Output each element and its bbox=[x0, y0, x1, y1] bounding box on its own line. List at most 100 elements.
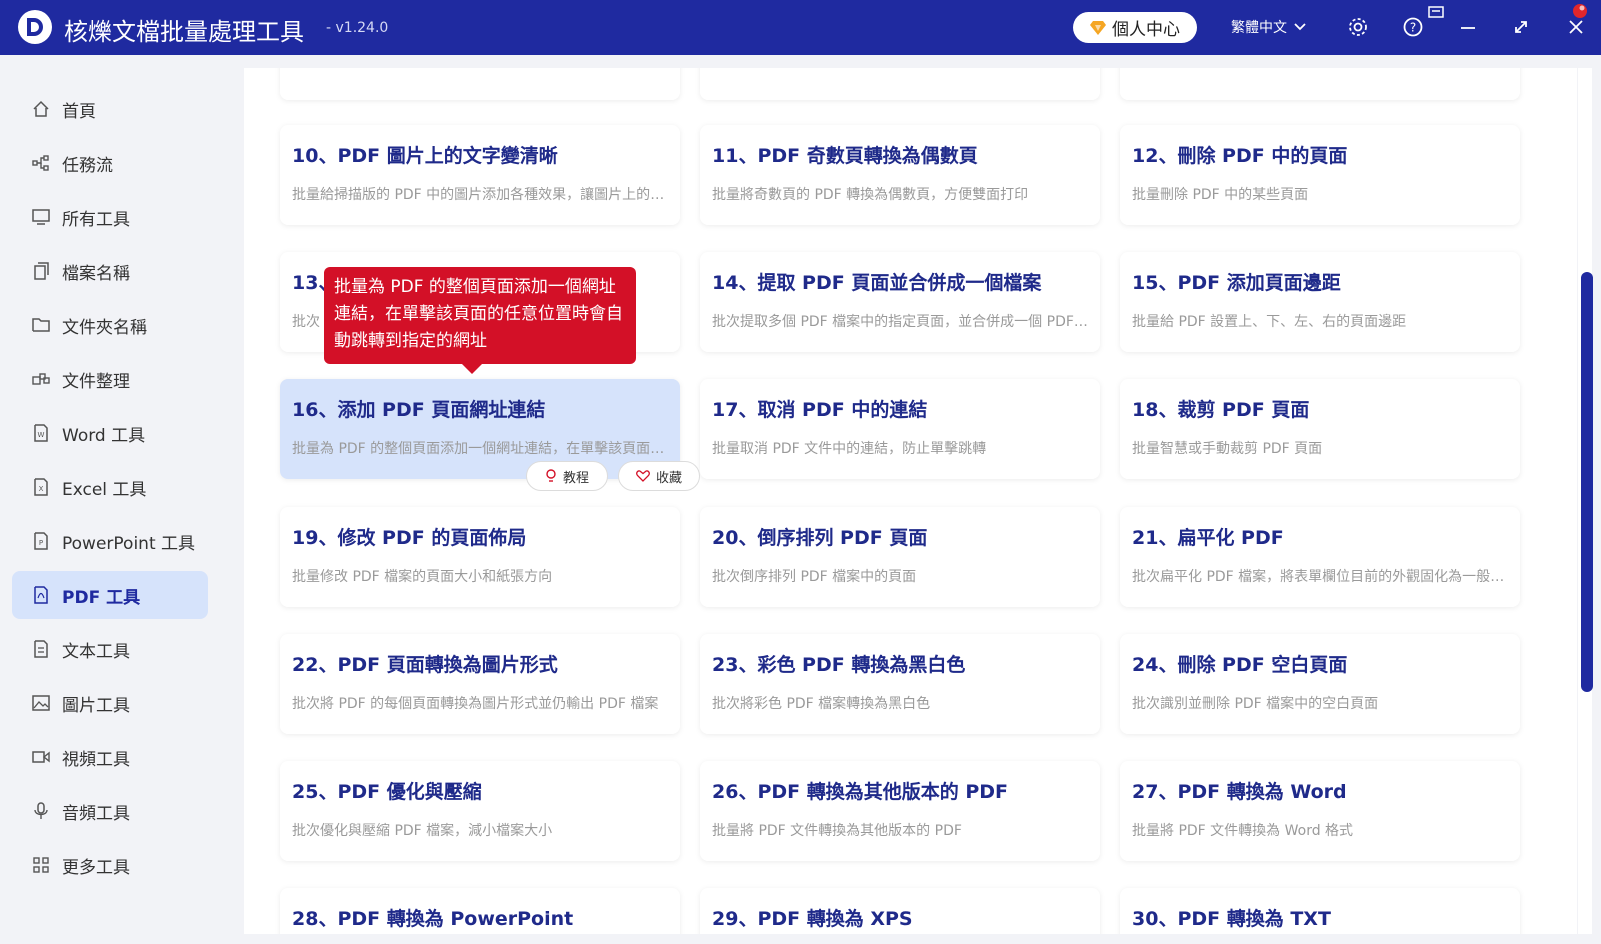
sidebar-item-label: 所有工具 bbox=[62, 209, 130, 230]
ppt-file-icon: P bbox=[34, 532, 48, 550]
tool-card[interactable] bbox=[700, 68, 1100, 100]
tool-card-title: 18、裁剪 PDF 頁面 bbox=[1132, 399, 1310, 421]
sidebar-item-file-name[interactable]: 檔案名稱 bbox=[12, 247, 208, 295]
file-copy-icon bbox=[34, 262, 49, 280]
sidebar-item-workflow[interactable]: 任務流 bbox=[12, 139, 208, 187]
sidebar-item-excel-tools[interactable]: X Excel 工具 bbox=[12, 463, 208, 511]
tool-card-desc: 批量刪除 PDF 中的某些頁面 bbox=[1132, 187, 1309, 203]
tool-card[interactable]: 22、PDF 頁面轉換為圖片形式 批次將 PDF 的每個頁面轉換為圖片形式並仍輸… bbox=[280, 634, 680, 734]
monitor-icon bbox=[32, 209, 50, 225]
tool-card[interactable]: 17、取消 PDF 中的連結 批量取消 PDF 文件中的連結，防止單擊跳轉 bbox=[700, 379, 1100, 479]
tool-card-title: 16、添加 PDF 頁面網址連結 bbox=[292, 399, 546, 421]
organize-icon bbox=[32, 373, 50, 385]
sidebar-item-label: 更多工具 bbox=[62, 857, 130, 878]
tool-card-title: 20、倒序排列 PDF 頁面 bbox=[712, 527, 928, 549]
tool-card[interactable] bbox=[1120, 68, 1520, 100]
tool-card-title: 10、PDF 圖片上的文字變清晰 bbox=[292, 145, 558, 167]
tool-card[interactable]: 25、PDF 優化與壓縮 批次優化與壓縮 PDF 檔案，減小檔案大小 bbox=[280, 761, 680, 861]
sidebar-item-video-tools[interactable]: 視頻工具 bbox=[12, 733, 208, 781]
text-file-icon bbox=[34, 640, 48, 658]
tool-card[interactable]: 14、提取 PDF 頁面並合併成一個檔案 批次提取多個 PDF 檔案中的指定頁面… bbox=[700, 252, 1100, 352]
svg-text:P: P bbox=[39, 539, 43, 547]
tool-card-desc: 批量給 PDF 設置上、下、左、右的頁面邊距 bbox=[1132, 314, 1407, 330]
tool-card[interactable]: 30、PDF 轉換為 TXT bbox=[1120, 888, 1520, 934]
language-label: 繁體中文 bbox=[1231, 20, 1287, 36]
tool-card[interactable]: 18、裁剪 PDF 頁面 批量智慧或手動裁剪 PDF 頁面 bbox=[1120, 379, 1520, 479]
tool-card[interactable]: 12、刪除 PDF 中的頁面 批量刪除 PDF 中的某些頁面 bbox=[1120, 125, 1520, 225]
tool-card-title: 12、刪除 PDF 中的頁面 bbox=[1132, 145, 1348, 167]
tool-card-desc: 批量給掃描版的 PDF 中的圖片添加各種效果，讓圖片上的文字變得更清晰 bbox=[292, 187, 668, 203]
tool-card[interactable]: 29、PDF 轉換為 XPS bbox=[700, 888, 1100, 934]
sidebar-item-text-tools[interactable]: 文本工具 bbox=[12, 625, 208, 673]
tool-card[interactable]: 28、PDF 轉換為 PowerPoint bbox=[280, 888, 680, 934]
app-logo-icon bbox=[18, 10, 52, 44]
tool-card[interactable] bbox=[280, 68, 680, 100]
tool-card[interactable]: 19、修改 PDF 的頁面佈局 批量修改 PDF 檔案的頁面大小和紙張方向 bbox=[280, 507, 680, 607]
word-file-icon: W bbox=[34, 424, 48, 442]
svg-text:X: X bbox=[39, 485, 44, 493]
tool-card[interactable]: 26、PDF 轉換為其他版本的 PDF 批量將 PDF 文件轉換為其他版本的 P… bbox=[700, 761, 1100, 861]
diamond-icon bbox=[1090, 20, 1106, 35]
image-icon bbox=[32, 695, 50, 711]
tool-card[interactable]: 15、PDF 添加頁面邊距 批量給 PDF 設置上、下、左、右的頁面邊距 bbox=[1120, 252, 1520, 352]
sidebar-item-pdf-tools[interactable]: PDF 工具 bbox=[12, 571, 208, 619]
sidebar-item-label: 文件整理 bbox=[62, 371, 130, 392]
sidebar-item-folder-name[interactable]: 文件夾名稱 bbox=[12, 301, 208, 349]
sidebar-item-more-tools[interactable]: 更多工具 bbox=[12, 841, 208, 889]
message-icon[interactable] bbox=[1428, 6, 1444, 20]
tool-card-title: 25、PDF 優化與壓縮 bbox=[292, 781, 482, 803]
sidebar-item-powerpoint-tools[interactable]: P PowerPoint 工具 bbox=[12, 517, 208, 565]
tool-card[interactable]: 24、刪除 PDF 空白頁面 批次識別並刪除 PDF 檔案中的空白頁面 bbox=[1120, 634, 1520, 734]
scrollbar-thumb[interactable] bbox=[1581, 272, 1593, 692]
favorite-label: 收藏 bbox=[655, 470, 682, 486]
tutorial-button[interactable]: 教程 bbox=[526, 461, 608, 491]
tool-card[interactable]: 10、PDF 圖片上的文字變清晰 批量給掃描版的 PDF 中的圖片添加各種效果，… bbox=[280, 125, 680, 225]
tool-card-desc: 批次將 PDF 的每個頁面轉換為圖片形式並仍輸出 PDF 檔案 bbox=[292, 696, 659, 712]
workflow-icon bbox=[32, 155, 49, 171]
tool-card-desc: 批次優化與壓縮 PDF 檔案，減小檔案大小 bbox=[292, 823, 553, 839]
app-title: 核爍文檔批量處理工具 bbox=[64, 18, 304, 46]
home-icon bbox=[33, 100, 49, 117]
language-select[interactable]: 繁體中文 bbox=[1231, 17, 1307, 37]
tool-card-title: 30、PDF 轉換為 TXT bbox=[1132, 908, 1331, 930]
sidebar-item-home[interactable]: 首頁 bbox=[12, 85, 208, 133]
tool-card-title: 27、PDF 轉換為 Word bbox=[1132, 781, 1347, 803]
tool-card[interactable]: 21、扁平化 PDF 批次扁平化 PDF 檔案，將表單欄位目前的外觀固化為一般內… bbox=[1120, 507, 1520, 607]
tooltip-text: 批量為 PDF 的整個頁面添加一個網址連結，在單擊該頁面的任意位置時會自動跳轉到… bbox=[334, 277, 623, 351]
tool-card[interactable]: 23、彩色 PDF 轉換為黑白色 批次將彩色 PDF 檔案轉換為黑白色 bbox=[700, 634, 1100, 734]
tool-card-desc: 批量將 PDF 文件轉換為其他版本的 PDF bbox=[712, 823, 962, 839]
tool-card-title: 26、PDF 轉換為其他版本的 PDF bbox=[712, 781, 1009, 803]
favorite-button[interactable]: 收藏 bbox=[618, 461, 700, 491]
sidebar: 首頁 任務流 所有工具 檔案名稱 文件夾名稱 文件整理 W Word 工具 X … bbox=[0, 55, 244, 944]
tool-card-desc: 批量取消 PDF 文件中的連結，防止單擊跳轉 bbox=[712, 441, 987, 457]
svg-text:W: W bbox=[38, 431, 45, 439]
tool-card[interactable]: 11、PDF 奇數頁轉換為偶數頁 批量將奇數頁的 PDF 轉換為偶數頁，方便雙面… bbox=[700, 125, 1100, 225]
sidebar-item-word-tools[interactable]: W Word 工具 bbox=[12, 409, 208, 457]
sidebar-item-image-tools[interactable]: 圖片工具 bbox=[12, 679, 208, 727]
app-version: - v1.24.0 bbox=[326, 20, 389, 36]
tooltip-arrow bbox=[462, 364, 482, 374]
sidebar-item-label: 視頻工具 bbox=[62, 749, 130, 770]
tutorial-label: 教程 bbox=[562, 470, 589, 486]
user-center-button[interactable]: 個人中心 bbox=[1073, 12, 1197, 43]
close-icon[interactable] bbox=[1565, 16, 1587, 38]
tool-card-title: 29、PDF 轉換為 XPS bbox=[712, 908, 913, 930]
gear-icon[interactable] bbox=[1347, 16, 1369, 38]
tool-card[interactable]: 27、PDF 轉換為 Word 批量將 PDF 文件轉換為 Word 格式 bbox=[1120, 761, 1520, 861]
sidebar-item-file-organize[interactable]: 文件整理 bbox=[12, 355, 208, 403]
help-icon[interactable]: ? bbox=[1402, 16, 1424, 38]
maximize-icon[interactable] bbox=[1510, 16, 1532, 38]
heart-icon bbox=[636, 470, 650, 482]
pdf-file-icon bbox=[34, 586, 48, 604]
tool-card-desc: 批量將奇數頁的 PDF 轉換為偶數頁，方便雙面打印 bbox=[712, 187, 1029, 203]
tool-card-desc: 批次扁平化 PDF 檔案，將表單欄位目前的外觀固化為一般內容 bbox=[1132, 569, 1508, 585]
video-icon bbox=[32, 751, 50, 763]
tool-card-title: 28、PDF 轉換為 PowerPoint bbox=[292, 908, 574, 930]
tool-card-highlighted[interactable]: 16、添加 PDF 頁面網址連結 批量為 PDF 的整個頁面添加一個網址連結，在… bbox=[280, 379, 680, 479]
sidebar-item-audio-tools[interactable]: 音頻工具 bbox=[12, 787, 208, 835]
tool-card[interactable]: 20、倒序排列 PDF 頁面 批次倒序排列 PDF 檔案中的頁面 bbox=[700, 507, 1100, 607]
tool-card-desc: 批量為 PDF 的整個頁面添加一個網址連結，在單擊該頁面的任意位置時會自動跳轉 bbox=[292, 441, 668, 457]
sidebar-item-all-tools[interactable]: 所有工具 bbox=[12, 193, 208, 241]
minimize-icon[interactable] bbox=[1457, 16, 1479, 38]
tool-card-title: 19、修改 PDF 的頁面佈局 bbox=[292, 527, 527, 549]
